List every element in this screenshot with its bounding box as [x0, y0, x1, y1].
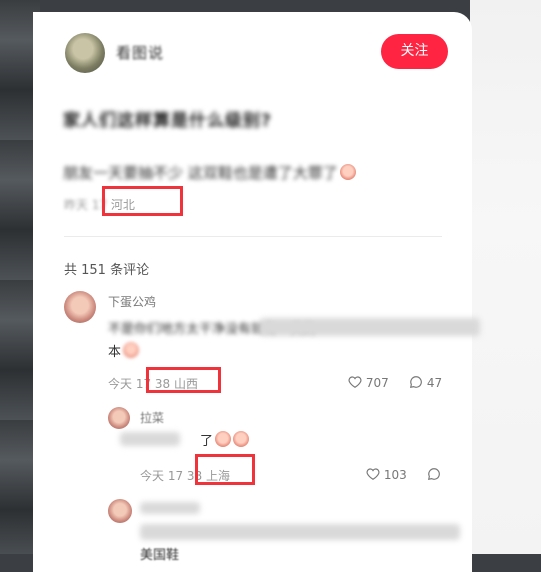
commenter-name[interactable]: 下蛋公鸡 [108, 293, 156, 310]
sticker-emoji-icon [339, 164, 356, 180]
comment-bubble-icon [428, 468, 440, 480]
highlight-box-reply-location [195, 454, 255, 485]
sticker-emoji-icon [215, 431, 232, 447]
sticker-emoji-icon [123, 342, 140, 358]
like-button[interactable]: 103 [366, 467, 407, 482]
reply-text: 了 [200, 430, 250, 449]
blurred-region [140, 524, 460, 540]
comment-time: 今天 17 [108, 377, 152, 391]
sticker-emoji-icon [233, 431, 250, 447]
like-count: 103 [383, 468, 407, 482]
follow-button[interactable]: 关注 [381, 34, 448, 69]
post-time: 昨天 17 [64, 198, 108, 212]
commenter-avatar[interactable] [108, 407, 130, 429]
post-body-text: 朋友一天要抽不少 这双鞋也是遭了大罪了 [63, 164, 338, 182]
author-avatar[interactable] [65, 33, 105, 73]
comment-text-line2-label: 本 [108, 345, 122, 360]
blurred-region [140, 502, 200, 514]
comments-count: 共 151 条评论 [64, 263, 150, 278]
blurred-region [260, 318, 480, 336]
like-count: 707 [365, 376, 389, 390]
reply-button[interactable] [427, 467, 441, 482]
author-name[interactable]: 看图说 [116, 42, 164, 63]
post-body: 朋友一天要抽不少 这双鞋也是遭了大罪了 [63, 162, 356, 183]
reply-text-label: 了 [200, 434, 214, 449]
post-title: 家人们这样算是什么级别? [63, 111, 272, 131]
commenter-name[interactable]: 拉菜 [140, 409, 164, 426]
reply-count: 47 [426, 376, 443, 390]
heart-icon [348, 376, 362, 388]
comment-text-line2: 本 [108, 341, 140, 360]
post-card [33, 12, 472, 572]
highlight-box-comment-location [146, 367, 221, 393]
reply-button[interactable]: 47 [409, 375, 442, 390]
background-right [470, 0, 541, 554]
divider [64, 236, 442, 237]
blurred-region [120, 432, 180, 446]
commenter-avatar[interactable] [64, 291, 96, 323]
comment-bubble-icon [410, 376, 422, 388]
highlight-box-post-location [102, 186, 183, 216]
like-button[interactable]: 707 [348, 375, 389, 390]
comment-time: 今天 17 [140, 469, 184, 483]
commenter-avatar[interactable] [108, 499, 132, 523]
heart-icon [366, 468, 380, 480]
